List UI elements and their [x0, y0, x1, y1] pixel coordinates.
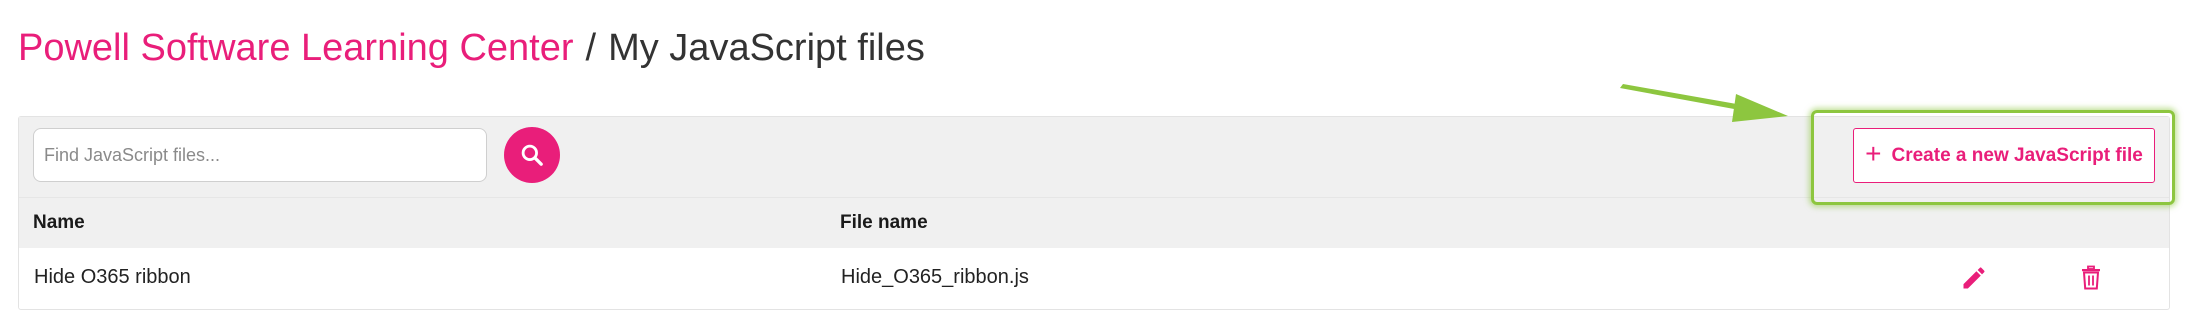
page-title: My JavaScript files [608, 27, 925, 69]
search-button[interactable] [504, 127, 560, 183]
breadcrumb: Powell Software Learning Center / My JavaS… [18, 22, 925, 74]
breadcrumb-link-learning-center[interactable]: Powell Software Learning Center [18, 27, 574, 69]
row-name-cell: Hide O365 ribbon [34, 266, 191, 288]
column-header-name[interactable]: Name [33, 212, 85, 234]
row-file-name-cell: Hide_O365_ribbon.js [841, 266, 1029, 288]
search-input[interactable] [33, 128, 487, 182]
javascript-files-panel: + Create a new JavaScript file Name File… [18, 116, 2170, 310]
plus-icon: + [1865, 138, 1882, 169]
edit-button[interactable] [1958, 262, 1990, 294]
create-button-label: Create a new JavaScript file [1891, 144, 2143, 166]
toolbar: + Create a new JavaScript file [19, 117, 2169, 197]
create-javascript-file-button[interactable]: + Create a new JavaScript file [1853, 128, 2155, 183]
table-row: Hide O365 ribbon Hide_O365_ribbon.js [19, 248, 2169, 308]
column-header-file-name[interactable]: File name [840, 212, 928, 234]
pencil-icon [1963, 267, 1985, 289]
trash-icon [2082, 265, 2100, 290]
table-header: Name File name [19, 197, 2169, 248]
search-icon [521, 144, 543, 166]
breadcrumb-separator: / [585, 27, 597, 69]
delete-button[interactable] [2075, 262, 2107, 294]
